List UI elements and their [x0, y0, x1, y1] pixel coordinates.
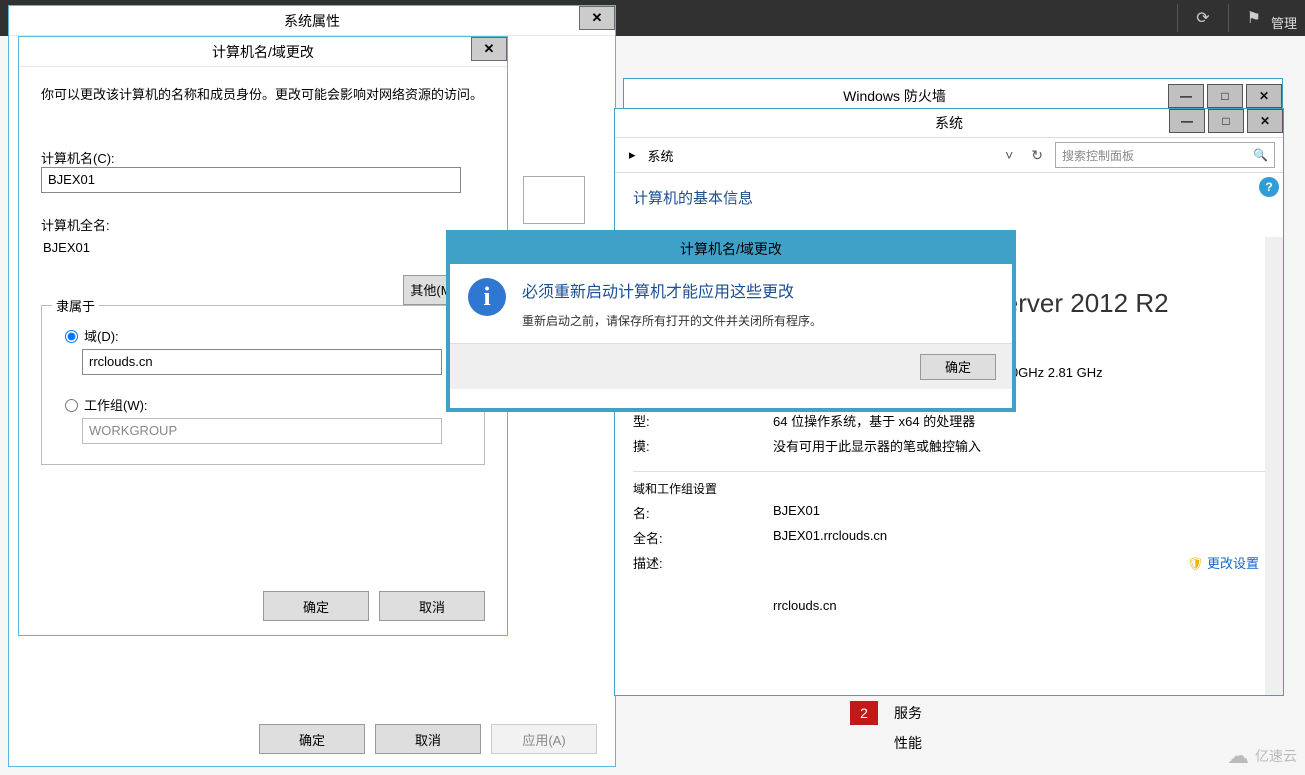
- maximize-button[interactable]: □: [1208, 109, 1244, 133]
- search-placeholder: 搜索控制面板: [1062, 147, 1134, 164]
- apply-button: 应用(A): [491, 724, 597, 754]
- basic-info-heading: 计算机的基本信息: [633, 187, 1265, 208]
- system-properties-title: 系统属性: [284, 11, 340, 31]
- cancel-button[interactable]: 取消: [375, 724, 481, 754]
- services-label[interactable]: 服务: [894, 703, 922, 723]
- scrollbar[interactable]: [1265, 237, 1283, 695]
- flag-icon[interactable]: ⚑: [1247, 8, 1261, 28]
- breadcrumb-arrow-icon[interactable]: ▸: [629, 147, 636, 163]
- description-label: 描述:: [633, 553, 773, 572]
- cancel-button[interactable]: 取消: [379, 591, 485, 621]
- computer-name-domain-dialog: 计算机名/域更改 ✕ 你可以更改该计算机的名称和成员身份。更改可能会影响对网络资…: [18, 36, 508, 636]
- msgbox-title: 计算机名/域更改: [450, 234, 1012, 264]
- domain-input[interactable]: [82, 349, 442, 375]
- system-properties-titlebar: 系统属性 ✕: [9, 6, 615, 36]
- system-type-value: 64 位操作系统，基于 x64 的处理器: [773, 411, 1265, 430]
- refresh-icon[interactable]: ↻: [1025, 147, 1049, 164]
- minimize-button[interactable]: —: [1169, 109, 1205, 133]
- domain-radio-label: 域(D):: [84, 326, 119, 345]
- topbar-separator: [1177, 4, 1178, 32]
- domain-workgroup-heading: 域和工作组设置: [633, 471, 1265, 497]
- full-name-label: 全名:: [633, 528, 773, 547]
- services-error-badge[interactable]: 2: [850, 701, 878, 725]
- member-of-groupbox: 隶属于 域(D): 工作组(W):: [41, 305, 485, 465]
- workgroup-radio-label: 工作组(W):: [84, 395, 148, 414]
- search-icon[interactable]: 🔍: [1253, 148, 1268, 162]
- domain-value: rrclouds.cn: [773, 598, 1265, 613]
- close-button[interactable]: ✕: [1247, 109, 1283, 133]
- manage-menu[interactable]: 管理: [1271, 13, 1297, 32]
- full-name-value: BJEX01.rrclouds.cn: [773, 528, 1265, 547]
- msgbox-headline: 必须重新启动计算机才能应用这些更改: [522, 278, 994, 302]
- info-icon: i: [468, 278, 506, 316]
- minimize-button[interactable]: —: [1168, 84, 1204, 108]
- shield-icon: 🛡: [1187, 556, 1204, 571]
- topbar-separator: [1228, 4, 1229, 32]
- computer-name-input[interactable]: [41, 167, 461, 193]
- full-name-value: BJEX01: [43, 240, 485, 255]
- msgbox-detail: 重新启动之前，请保存所有打开的文件并关闭所有程序。: [522, 312, 994, 329]
- refresh-icon[interactable]: ⟳: [1196, 8, 1209, 28]
- domain-dialog-description: 你可以更改该计算机的名称和成员身份。更改可能会影响对网络资源的访问。: [41, 85, 485, 106]
- workgroup-radio[interactable]: [65, 399, 78, 412]
- ok-button[interactable]: 确定: [920, 354, 996, 380]
- domain-radio[interactable]: [65, 330, 78, 343]
- system-type-label: 型:: [633, 411, 773, 430]
- workgroup-input: [82, 418, 442, 444]
- partial-input-fragment: [523, 176, 585, 224]
- domain-dialog-title: 计算机名/域更改: [212, 42, 314, 62]
- system-toolbar: ▸ 系统 ˅ ↻ 搜索控制面板 🔍: [615, 137, 1283, 173]
- search-input[interactable]: 搜索控制面板 🔍: [1055, 142, 1275, 168]
- close-button[interactable]: ✕: [1246, 84, 1282, 108]
- computer-name-value: BJEX01: [773, 503, 1265, 522]
- computer-name-label: 计算机名(C):: [41, 148, 485, 167]
- watermark: ☁ 亿速云: [1227, 743, 1297, 769]
- watermark-text: 亿速云: [1255, 746, 1297, 766]
- firewall-title: Windows 防火墙: [624, 86, 1165, 106]
- pen-touch-label: 摸:: [633, 436, 773, 455]
- restart-required-msgbox: 计算机名/域更改 i 必须重新启动计算机才能应用这些更改 重新启动之前，请保存所…: [446, 230, 1016, 412]
- system-window-titlebar: 系统 — □ ✕: [615, 109, 1283, 137]
- member-of-legend: 隶属于: [52, 296, 99, 315]
- breadcrumb-item[interactable]: 系统: [648, 146, 674, 165]
- maximize-button[interactable]: □: [1207, 84, 1243, 108]
- close-button[interactable]: ✕: [471, 37, 507, 61]
- ok-button[interactable]: 确定: [263, 591, 369, 621]
- ok-button[interactable]: 确定: [259, 724, 365, 754]
- close-button[interactable]: ✕: [579, 6, 615, 30]
- domain-dialog-titlebar: 计算机名/域更改 ✕: [19, 37, 507, 67]
- performance-label[interactable]: 性能: [894, 733, 922, 753]
- server-manager-panel: 2 服务 性能: [850, 698, 1270, 758]
- full-name-label: 计算机全名:: [41, 215, 485, 234]
- pen-touch-value: 没有可用于此显示器的笔或触控输入: [773, 436, 1265, 455]
- cloud-icon: ☁: [1227, 743, 1249, 769]
- system-window-title: 系统: [935, 113, 963, 133]
- change-settings-link[interactable]: 更改设置: [1207, 556, 1259, 571]
- computer-name-label: 名:: [633, 503, 773, 522]
- help-icon[interactable]: ?: [1259, 177, 1279, 197]
- chevron-down-icon[interactable]: ˅: [999, 147, 1019, 163]
